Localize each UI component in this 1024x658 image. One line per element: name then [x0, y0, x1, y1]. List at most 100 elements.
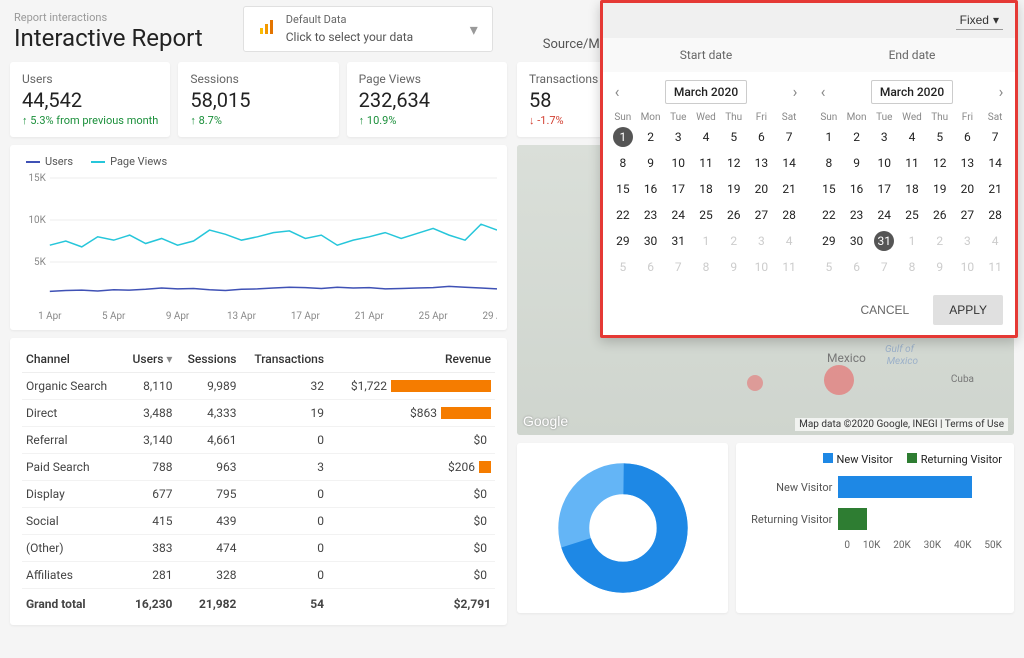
calendar-day[interactable]: 10 [954, 257, 982, 277]
calendar-day[interactable]: 3 [954, 231, 982, 251]
calendar-day[interactable]: 5 [926, 127, 954, 147]
calendar-day[interactable]: 11 [898, 153, 926, 173]
line-chart[interactable]: 15K10K5K1 Apr5 Apr9 Apr13 Apr17 Apr21 Ap… [20, 172, 497, 322]
calendar-day[interactable]: 21 [981, 179, 1009, 199]
calendar-day[interactable]: 11 [775, 257, 803, 277]
calendar-day[interactable]: 30 [637, 231, 665, 251]
table-row[interactable]: (Other)383474 0 $0 [22, 535, 495, 562]
metric-pageviews[interactable]: Page Views 232,634 10.9% [347, 62, 507, 137]
table-row[interactable]: Display677795 0 $0 [22, 481, 495, 508]
col-transactions[interactable]: Transactions [240, 346, 328, 373]
calendar-day[interactable]: 12 [720, 153, 748, 173]
calendar-day[interactable]: 26 [720, 205, 748, 225]
calendar-day[interactable]: 6 [954, 127, 982, 147]
calendar-day[interactable]: 29 [609, 231, 637, 251]
calendar-day[interactable]: 1 [898, 231, 926, 251]
col-users[interactable]: Users ▾ [122, 346, 176, 373]
calendar-day[interactable]: 2 [637, 127, 665, 147]
calendar-day[interactable]: 5 [815, 257, 843, 277]
col-revenue[interactable]: Revenue [328, 346, 495, 373]
calendar-day[interactable]: 16 [843, 179, 871, 199]
calendar-day[interactable]: 9 [926, 257, 954, 277]
calendar-day[interactable]: 23 [637, 205, 665, 225]
table-row[interactable]: Organic Search8,1109,989 32 $1,722 [22, 373, 495, 400]
calendar-day[interactable]: 11 [981, 257, 1009, 277]
table-row[interactable]: Referral3,1404,661 0 $0 [22, 427, 495, 454]
calendar-day[interactable]: 4 [692, 127, 720, 147]
calendar-day[interactable]: 7 [664, 257, 692, 277]
calendar-day[interactable]: 28 [775, 205, 803, 225]
cancel-button[interactable]: CANCEL [845, 295, 926, 325]
date-mode-dropdown[interactable]: Fixed ▾ [956, 11, 1003, 30]
calendar-day[interactable]: 27 [954, 205, 982, 225]
calendar-day[interactable]: 10 [748, 257, 776, 277]
calendar-day[interactable]: 6 [843, 257, 871, 277]
calendar-day[interactable]: 1 [692, 231, 720, 251]
calendar-day[interactable]: 8 [609, 153, 637, 173]
calendar-day[interactable]: 31 [664, 231, 692, 251]
calendar-day[interactable]: 23 [843, 205, 871, 225]
calendar-day[interactable]: 4 [981, 231, 1009, 251]
calendar-day[interactable]: 8 [692, 257, 720, 277]
calendar-day[interactable]: 2 [720, 231, 748, 251]
calendar-day[interactable]: 15 [609, 179, 637, 199]
calendar-day[interactable]: 9 [843, 153, 871, 173]
calendar-day[interactable]: 21 [775, 179, 803, 199]
calendar-day[interactable]: 10 [870, 153, 898, 173]
data-source-selector[interactable]: Default Data Click to select your data ▾ [243, 6, 493, 52]
calendar-day[interactable]: 26 [926, 205, 954, 225]
calendar-day[interactable]: 24 [664, 205, 692, 225]
calendar-day[interactable]: 31 [874, 231, 894, 251]
calendar-day[interactable]: 16 [637, 179, 665, 199]
visitor-bar-chart[interactable]: New Visitor Returning Visitor New Visito… [736, 443, 1014, 613]
prev-month-icon[interactable]: ‹ [815, 84, 831, 100]
calendar-day[interactable]: 12 [926, 153, 954, 173]
calendar-day[interactable]: 22 [815, 205, 843, 225]
calendar-day[interactable]: 9 [720, 257, 748, 277]
calendar-day[interactable]: 15 [815, 179, 843, 199]
calendar-day[interactable]: 19 [926, 179, 954, 199]
calendar-day[interactable]: 24 [870, 205, 898, 225]
calendar-day[interactable]: 20 [954, 179, 982, 199]
calendar-day[interactable]: 5 [609, 257, 637, 277]
calendar-day[interactable]: 1 [613, 127, 633, 147]
calendar-day[interactable]: 7 [775, 127, 803, 147]
calendar-day[interactable]: 13 [954, 153, 982, 173]
calendar-day[interactable]: 25 [692, 205, 720, 225]
calendar-day[interactable]: 3 [664, 127, 692, 147]
calendar-day[interactable]: 7 [981, 127, 1009, 147]
calendar-day[interactable]: 18 [898, 179, 926, 199]
calendar-day[interactable]: 29 [815, 231, 843, 251]
calendar-day[interactable]: 10 [664, 153, 692, 173]
calendar-day[interactable]: 8 [815, 153, 843, 173]
calendar-day[interactable]: 27 [748, 205, 776, 225]
calendar-day[interactable]: 17 [870, 179, 898, 199]
next-month-icon[interactable]: › [787, 84, 803, 100]
next-month-icon[interactable]: › [993, 84, 1009, 100]
calendar-day[interactable]: 18 [692, 179, 720, 199]
calendar-day[interactable]: 20 [748, 179, 776, 199]
metric-sessions[interactable]: Sessions 58,015 8.7% [178, 62, 338, 137]
calendar-day[interactable]: 3 [870, 127, 898, 147]
calendar-day[interactable]: 9 [637, 153, 665, 173]
calendar-day[interactable]: 14 [981, 153, 1009, 173]
col-sessions[interactable]: Sessions [176, 346, 240, 373]
calendar-day[interactable]: 30 [843, 231, 871, 251]
calendar-day[interactable]: 11 [692, 153, 720, 173]
calendar-day[interactable]: 19 [720, 179, 748, 199]
month-label[interactable]: March 2020 [665, 80, 747, 104]
calendar-day[interactable]: 3 [748, 231, 776, 251]
calendar-day[interactable]: 22 [609, 205, 637, 225]
calendar-day[interactable]: 8 [898, 257, 926, 277]
calendar-day[interactable]: 4 [898, 127, 926, 147]
calendar-day[interactable]: 6 [637, 257, 665, 277]
table-row[interactable]: Direct3,4884,333 19 $863 [22, 400, 495, 427]
calendar-day[interactable]: 14 [775, 153, 803, 173]
calendar-day[interactable]: 2 [843, 127, 871, 147]
calendar-day[interactable]: 7 [870, 257, 898, 277]
calendar-day[interactable]: 17 [664, 179, 692, 199]
apply-button[interactable]: APPLY [933, 295, 1003, 325]
table-row[interactable]: Social415439 0 $0 [22, 508, 495, 535]
prev-month-icon[interactable]: ‹ [609, 84, 625, 100]
metric-users[interactable]: Users 44,542 5.3% from previous month [10, 62, 170, 137]
